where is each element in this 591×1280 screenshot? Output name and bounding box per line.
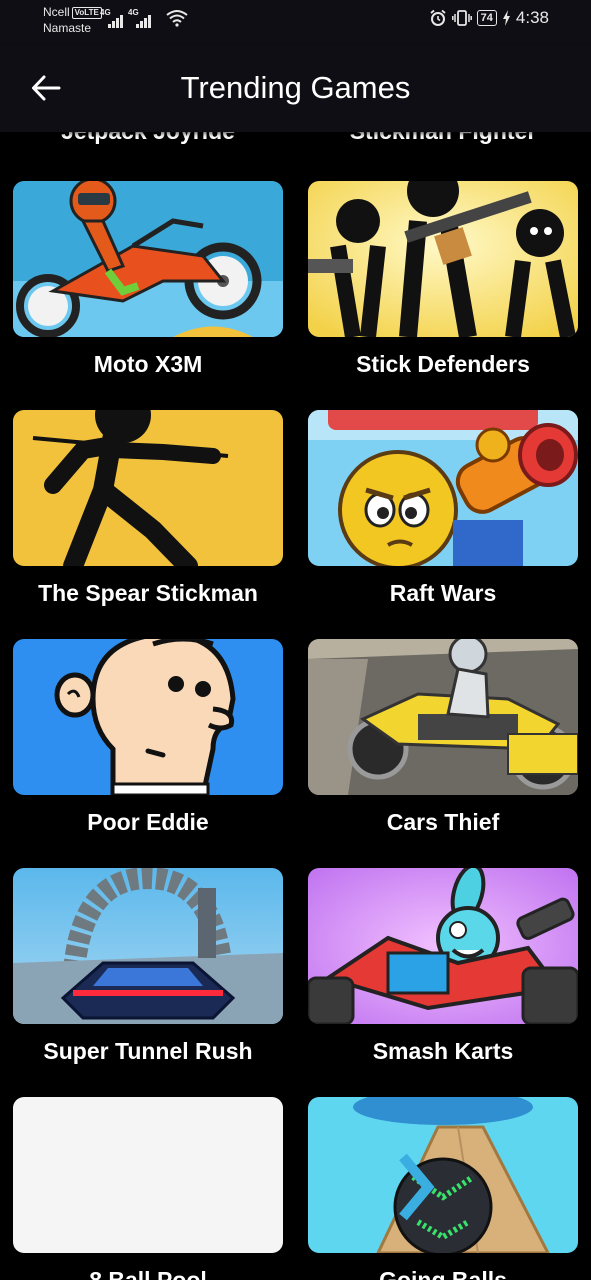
game-card-going-balls[interactable]: Going Balls (308, 1097, 578, 1280)
game-thumbnail[interactable] (13, 639, 283, 795)
app-header: Trending Games (0, 46, 591, 132)
clipped-row: Jetpack Joyride Stickman Fighter (0, 132, 591, 148)
game-title: Going Balls (379, 1267, 507, 1280)
status-right: 74 4:38 (429, 8, 549, 28)
game-thumbnail[interactable] (13, 181, 283, 337)
game-title: Raft Wars (389, 580, 497, 606)
game-thumbnail[interactable] (308, 181, 578, 337)
clock: 4:38 (515, 8, 549, 27)
game-title: Cars Thief (386, 809, 500, 835)
game-title[interactable]: Jetpack Joyride (13, 132, 283, 145)
wifi-icon (166, 10, 188, 27)
game-card-8-ball-pool[interactable]: 8 Ball Pool (13, 1097, 283, 1280)
game-thumbnail[interactable] (13, 868, 283, 1024)
game-card-moto-x3m[interactable]: Moto X3M (13, 181, 283, 378)
game-thumbnail[interactable] (308, 410, 578, 566)
charging-icon (502, 10, 510, 26)
battery-level: 74 (480, 12, 493, 24)
battery-icon: 74 (476, 10, 497, 26)
game-title: Smash Karts (372, 1038, 514, 1064)
games-grid[interactable]: Jetpack Joyride Stickman Fighter (0, 132, 591, 1280)
game-title: 8 Ball Pool (89, 1267, 207, 1280)
game-thumbnail[interactable] (308, 1097, 578, 1253)
game-title[interactable]: Stickman Fighter (308, 132, 578, 145)
signal-icon: 4G (100, 8, 123, 28)
vibrate-icon (451, 10, 472, 26)
game-title: Super Tunnel Rush (43, 1038, 253, 1064)
alarm-icon (430, 9, 446, 26)
signal-icon: 4G (128, 8, 151, 28)
game-card-poor-eddie[interactable]: Poor Eddie (13, 639, 283, 836)
game-card-smash-karts[interactable]: Smash Karts (308, 868, 578, 1065)
page-title: Trending Games (180, 70, 411, 105)
carrier-label: Ncell VoLTE (43, 4, 102, 20)
volte-badge: VoLTE (71, 7, 102, 19)
game-card-the-spear-stickman[interactable]: The Spear Stickman (13, 410, 283, 607)
game-thumbnail[interactable] (13, 410, 283, 566)
signal-indicators: 4G 4G (100, 8, 151, 28)
game-title: The Spear Stickman (38, 580, 258, 606)
status-bar: Ncell VoLTE Namaste 4G 4G 74 4:38 (0, 0, 591, 46)
game-title: Moto X3M (93, 351, 203, 377)
game-card-raft-wars[interactable]: Raft Wars (308, 410, 578, 607)
game-title: Stick Defenders (356, 351, 530, 377)
game-title: Poor Eddie (87, 809, 209, 835)
game-card-cars-thief[interactable]: Cars Thief (308, 639, 578, 836)
network-name: Namaste (43, 21, 92, 35)
game-thumbnail[interactable] (308, 868, 578, 1024)
game-card-stick-defenders[interactable]: Stick Defenders (308, 181, 578, 378)
carrier-name: Ncell (43, 5, 70, 19)
game-thumbnail[interactable] (13, 1097, 283, 1253)
game-thumbnail[interactable] (308, 639, 578, 795)
game-card-super-tunnel-rush[interactable]: Super Tunnel Rush (13, 868, 283, 1065)
